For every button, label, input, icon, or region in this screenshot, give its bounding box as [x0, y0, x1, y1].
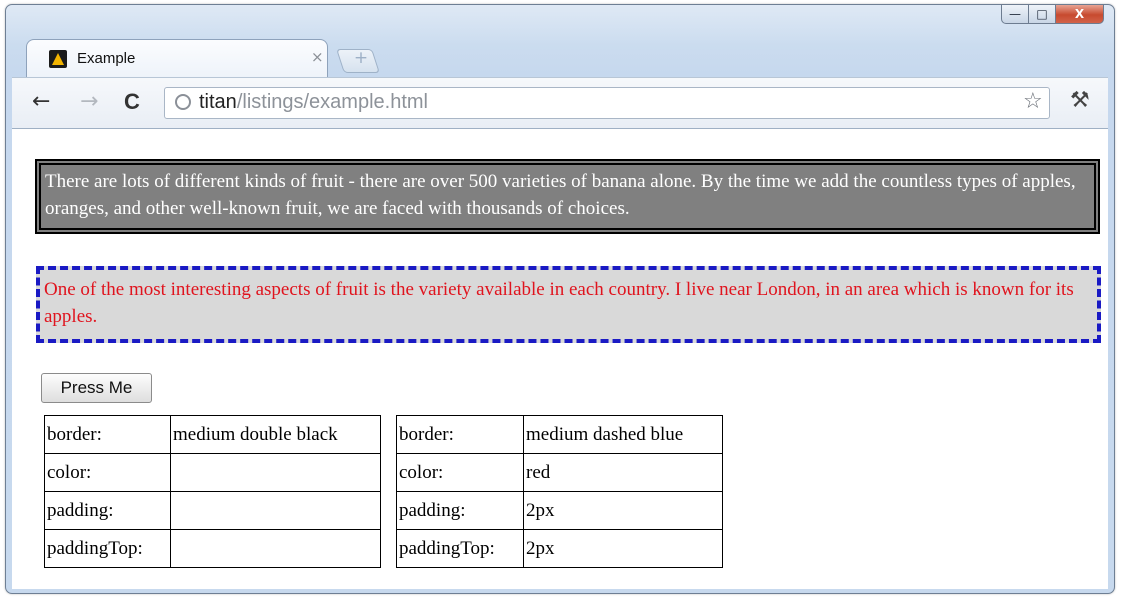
property-name: color:: [44, 453, 171, 492]
table-row: color: red: [396, 453, 723, 492]
property-value: [170, 529, 381, 568]
property-value: medium double black: [170, 415, 381, 454]
property-name: paddingTop:: [44, 529, 171, 568]
style-table-second: border: medium dashed blue color: red padd…: [396, 415, 723, 568]
url-path: /listings/example.html: [236, 91, 428, 113]
tab-example[interactable]: Example ×: [26, 39, 328, 78]
property-name: padding:: [44, 491, 171, 530]
new-tab-plus-icon: +: [353, 48, 369, 68]
table-row: paddingTop:: [44, 529, 381, 568]
property-name: color:: [396, 453, 524, 492]
property-value: red: [523, 453, 723, 492]
table-row: padding: 2px: [396, 491, 723, 530]
tab-close-icon[interactable]: ×: [311, 48, 324, 66]
property-name: border:: [44, 415, 171, 454]
browser-toolbar: ← → C titan/listings/example.html ☆ ⚒: [12, 77, 1108, 128]
maximize-button[interactable]: □: [1029, 4, 1056, 24]
bookmark-star-icon[interactable]: ☆: [1023, 91, 1043, 113]
style-table-first: border: medium double black color: paddin…: [44, 415, 381, 568]
paragraph-second: One of the most interesting aspects of f…: [36, 266, 1101, 343]
property-value: [170, 491, 381, 530]
press-me-button[interactable]: Press Me: [41, 373, 152, 403]
url-host: titan: [199, 91, 237, 113]
table-row: paddingTop: 2px: [396, 529, 723, 568]
table-row: border: medium dashed blue: [396, 415, 723, 454]
property-name: border:: [396, 415, 524, 454]
reload-icon[interactable]: C: [124, 91, 140, 113]
address-bar[interactable]: titan/listings/example.html: [164, 87, 1050, 119]
minimize-button[interactable]: —: [1001, 4, 1029, 24]
page-content: There are lots of different kinds of fru…: [12, 128, 1108, 589]
favicon-icon: [49, 50, 67, 68]
close-window-button[interactable]: X: [1056, 4, 1104, 24]
table-row: border: medium double black: [44, 415, 381, 454]
tab-title: Example: [77, 50, 136, 67]
window-controls: — □ X: [1001, 4, 1104, 24]
property-value: 2px: [523, 491, 723, 530]
browser-window: — □ X Example × + ← → C titan/listings/e…: [5, 4, 1115, 594]
paragraph-first: There are lots of different kinds of fru…: [35, 159, 1100, 234]
property-value: [170, 453, 381, 492]
forward-arrow-icon[interactable]: →: [80, 91, 98, 113]
property-value: medium dashed blue: [523, 415, 723, 454]
property-name: padding:: [396, 491, 524, 530]
property-name: paddingTop:: [396, 529, 524, 568]
property-value: 2px: [523, 529, 723, 568]
table-row: color:: [44, 453, 381, 492]
back-arrow-icon[interactable]: ←: [32, 91, 50, 113]
url-text: titan/listings/example.html: [199, 91, 428, 114]
page-info-icon[interactable]: [175, 94, 191, 110]
table-row: padding:: [44, 491, 381, 530]
wrench-menu-icon[interactable]: ⚒: [1070, 90, 1090, 112]
